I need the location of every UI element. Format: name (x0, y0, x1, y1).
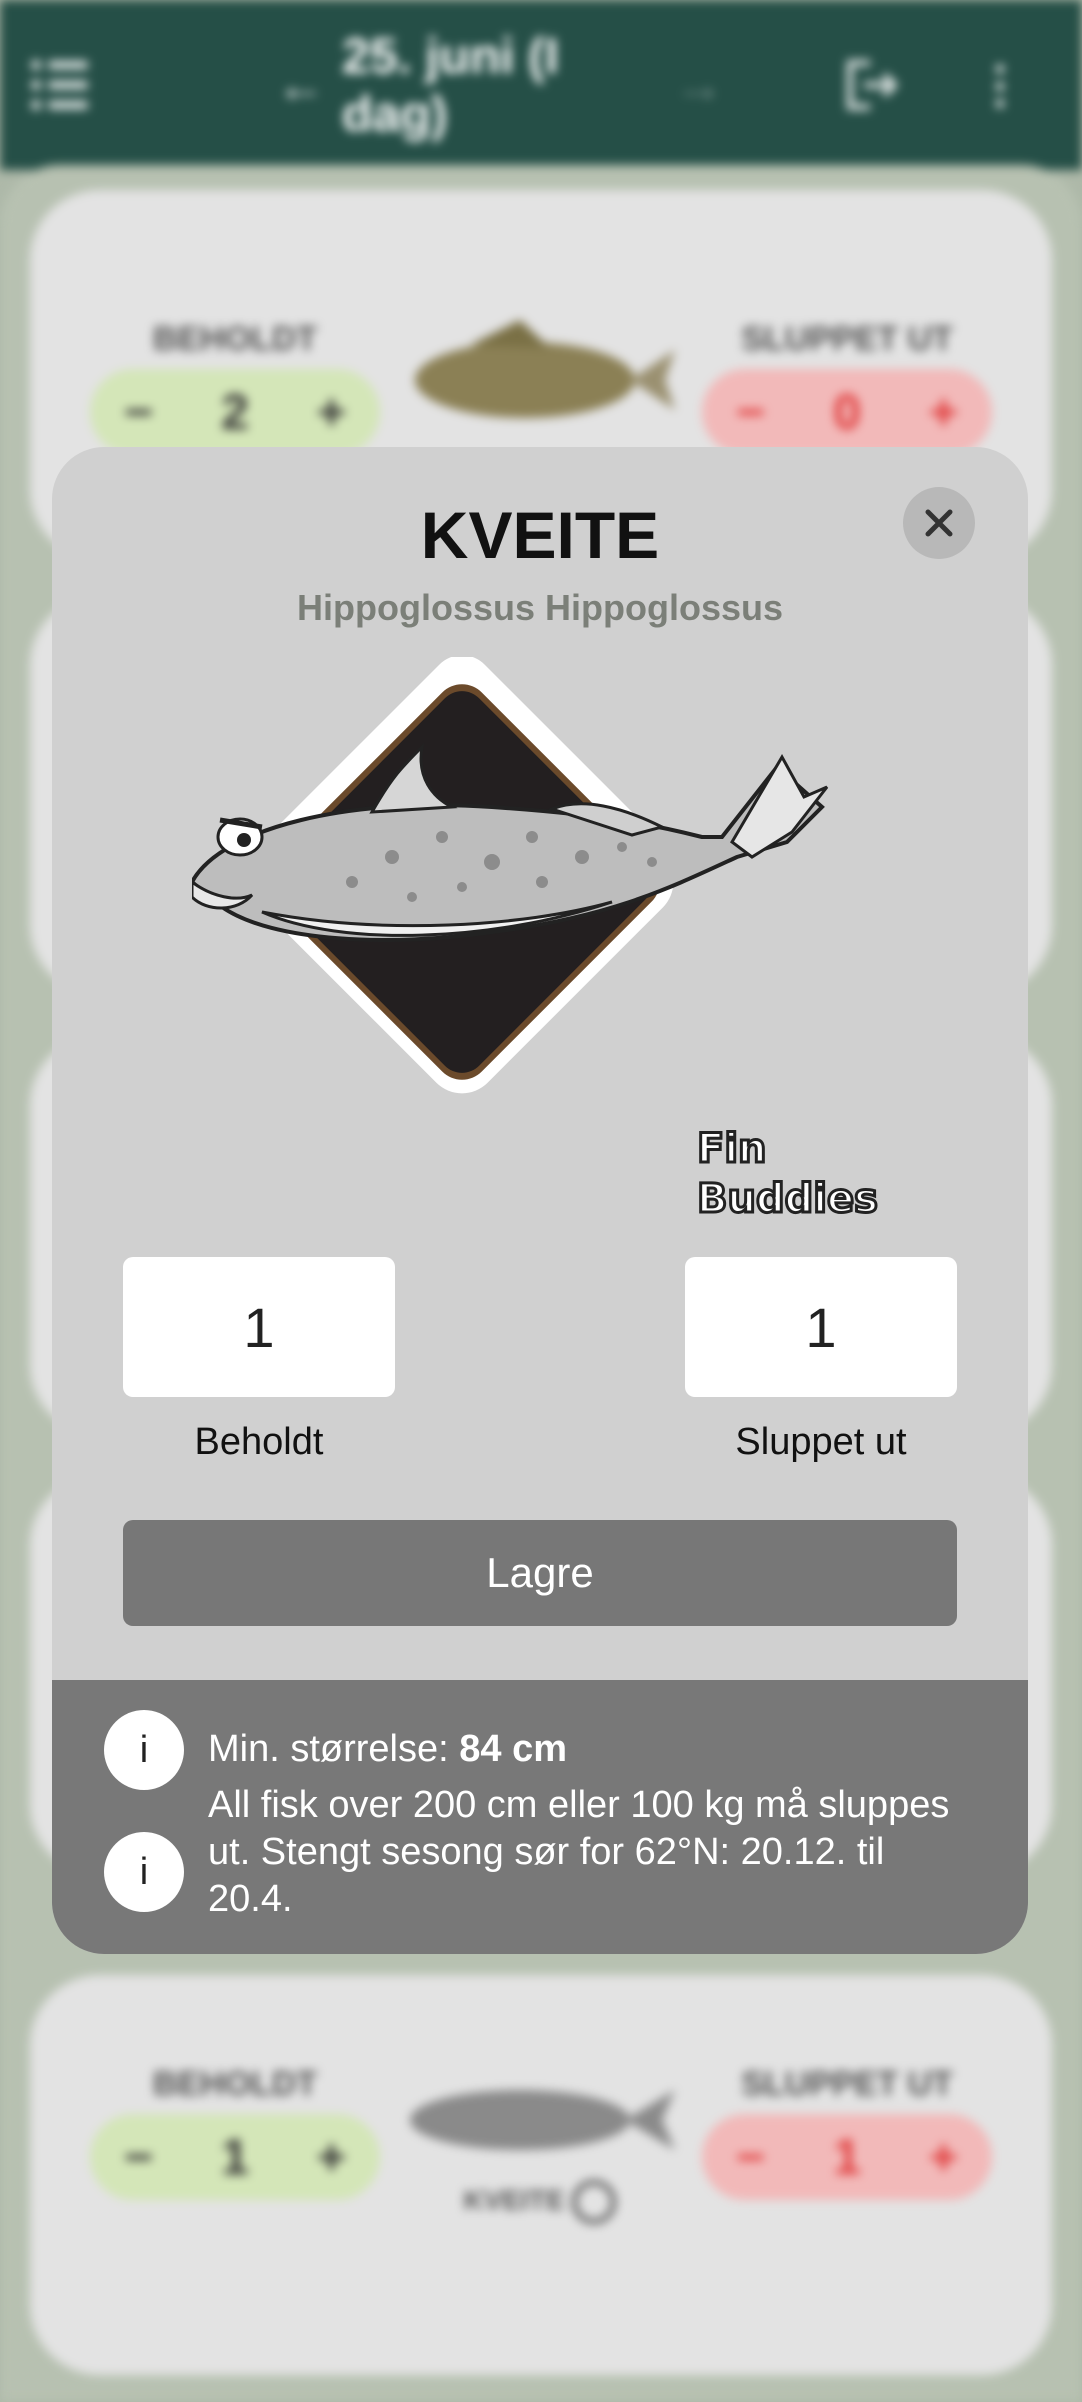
info-icon: i (104, 1710, 184, 1790)
min-size-text: Min. størrelse: 84 cm (208, 1726, 968, 1773)
minus-button[interactable]: − (736, 2128, 765, 2186)
regulation-text: All fisk over 200 cm eller 100 kg må slu… (208, 1784, 950, 1920)
released-counter: − 0 + (702, 369, 992, 455)
close-icon (925, 509, 953, 537)
modal-title: KVEITE (420, 498, 660, 572)
halibut-illustration-icon: Fin Buddies (192, 657, 879, 1224)
released-label: SLUPPET UT (741, 320, 953, 358)
plus-button[interactable]: + (929, 2128, 958, 2186)
latin-name: Hippoglossus Hippoglossus (296, 587, 784, 628)
released-label: SLUPPET UT (741, 2065, 953, 2103)
close-button[interactable] (903, 487, 975, 559)
kept-count: 2 (221, 384, 249, 440)
min-size-row: i Min. størrelse: 84 cm (104, 1710, 968, 1790)
next-day-arrow-icon[interactable]: → (674, 56, 724, 114)
regulation-row: i All fisk over 200 cm eller 100 kg må s… (104, 1784, 968, 1923)
prev-day-arrow-icon[interactable]: ← (276, 56, 326, 114)
date-label: 25. juni (I dag) (342, 28, 559, 142)
kept-counter: − 1 + (90, 2114, 380, 2200)
kept-counter: − 2 + (90, 369, 380, 455)
plus-button[interactable]: + (317, 383, 346, 441)
logout-icon[interactable] (835, 50, 905, 120)
kept-input-label: Beholdt (194, 1421, 324, 1463)
minus-button[interactable]: − (124, 383, 153, 441)
fish-thumbnail-icon[interactable] (400, 2045, 680, 2185)
kept-label: BEHOLDT (152, 2065, 318, 2103)
plus-button[interactable]: + (929, 383, 958, 441)
released-counter-group: SLUPPET UT − 1 + (702, 2065, 992, 2200)
brand-logo-line1: Fin (697, 1126, 767, 1172)
fish-card: BEHOLDT − 1 + KVEITE SLUPPET UT − 1 + (30, 1975, 1052, 2375)
kept-counter-group: BEHOLDT − 1 + (90, 2065, 380, 2200)
regulation-info-panel: i Min. størrelse: 84 cm i All fisk over … (52, 1680, 1028, 1954)
save-button[interactable]: Lagre (123, 1520, 957, 1626)
more-options-icon[interactable]: ⋮ (975, 50, 1025, 120)
kept-input-group: 1 Beholdt (123, 1257, 395, 1464)
kept-counter-group: BEHOLDT − 2 + (90, 320, 380, 455)
kept-label: BEHOLDT (152, 320, 318, 358)
min-size-prefix: Min. størrelse: (208, 1728, 460, 1770)
fish-detail-modal: KVEITE Hippoglossus Hippoglossus Fin Bud… (52, 447, 1028, 1954)
min-size-value: 84 cm (459, 1728, 567, 1770)
released-counter-group: SLUPPET UT − 0 + (702, 320, 992, 455)
released-input-label: Sluppet ut (735, 1421, 907, 1463)
fish-name-label: KVEITE (450, 2180, 630, 2224)
fish-name: KVEITE (463, 2184, 565, 2216)
date-navigator: ← 25. juni (I dag) → (260, 28, 740, 142)
released-counter: − 1 + (702, 2114, 992, 2200)
released-input-group: 1 Sluppet ut (685, 1257, 957, 1464)
released-count: 0 (833, 384, 861, 440)
released-count-input[interactable]: 1 (685, 1257, 957, 1397)
kept-count: 1 (221, 2129, 249, 2185)
top-bar: ← 25. juni (I dag) → ⋮ (0, 0, 1082, 170)
kept-count-input[interactable]: 1 (123, 1257, 395, 1397)
fish-thumbnail-icon[interactable] (400, 310, 680, 450)
list-menu-icon[interactable] (30, 50, 100, 120)
info-circle-icon[interactable] (572, 2180, 617, 2224)
minus-button[interactable]: − (736, 383, 765, 441)
minus-button[interactable]: − (124, 2128, 153, 2186)
plus-button[interactable]: + (317, 2128, 346, 2186)
released-count: 1 (833, 2129, 861, 2185)
brand-logo-line2: Buddies (697, 1176, 878, 1222)
info-icon: i (104, 1832, 184, 1912)
